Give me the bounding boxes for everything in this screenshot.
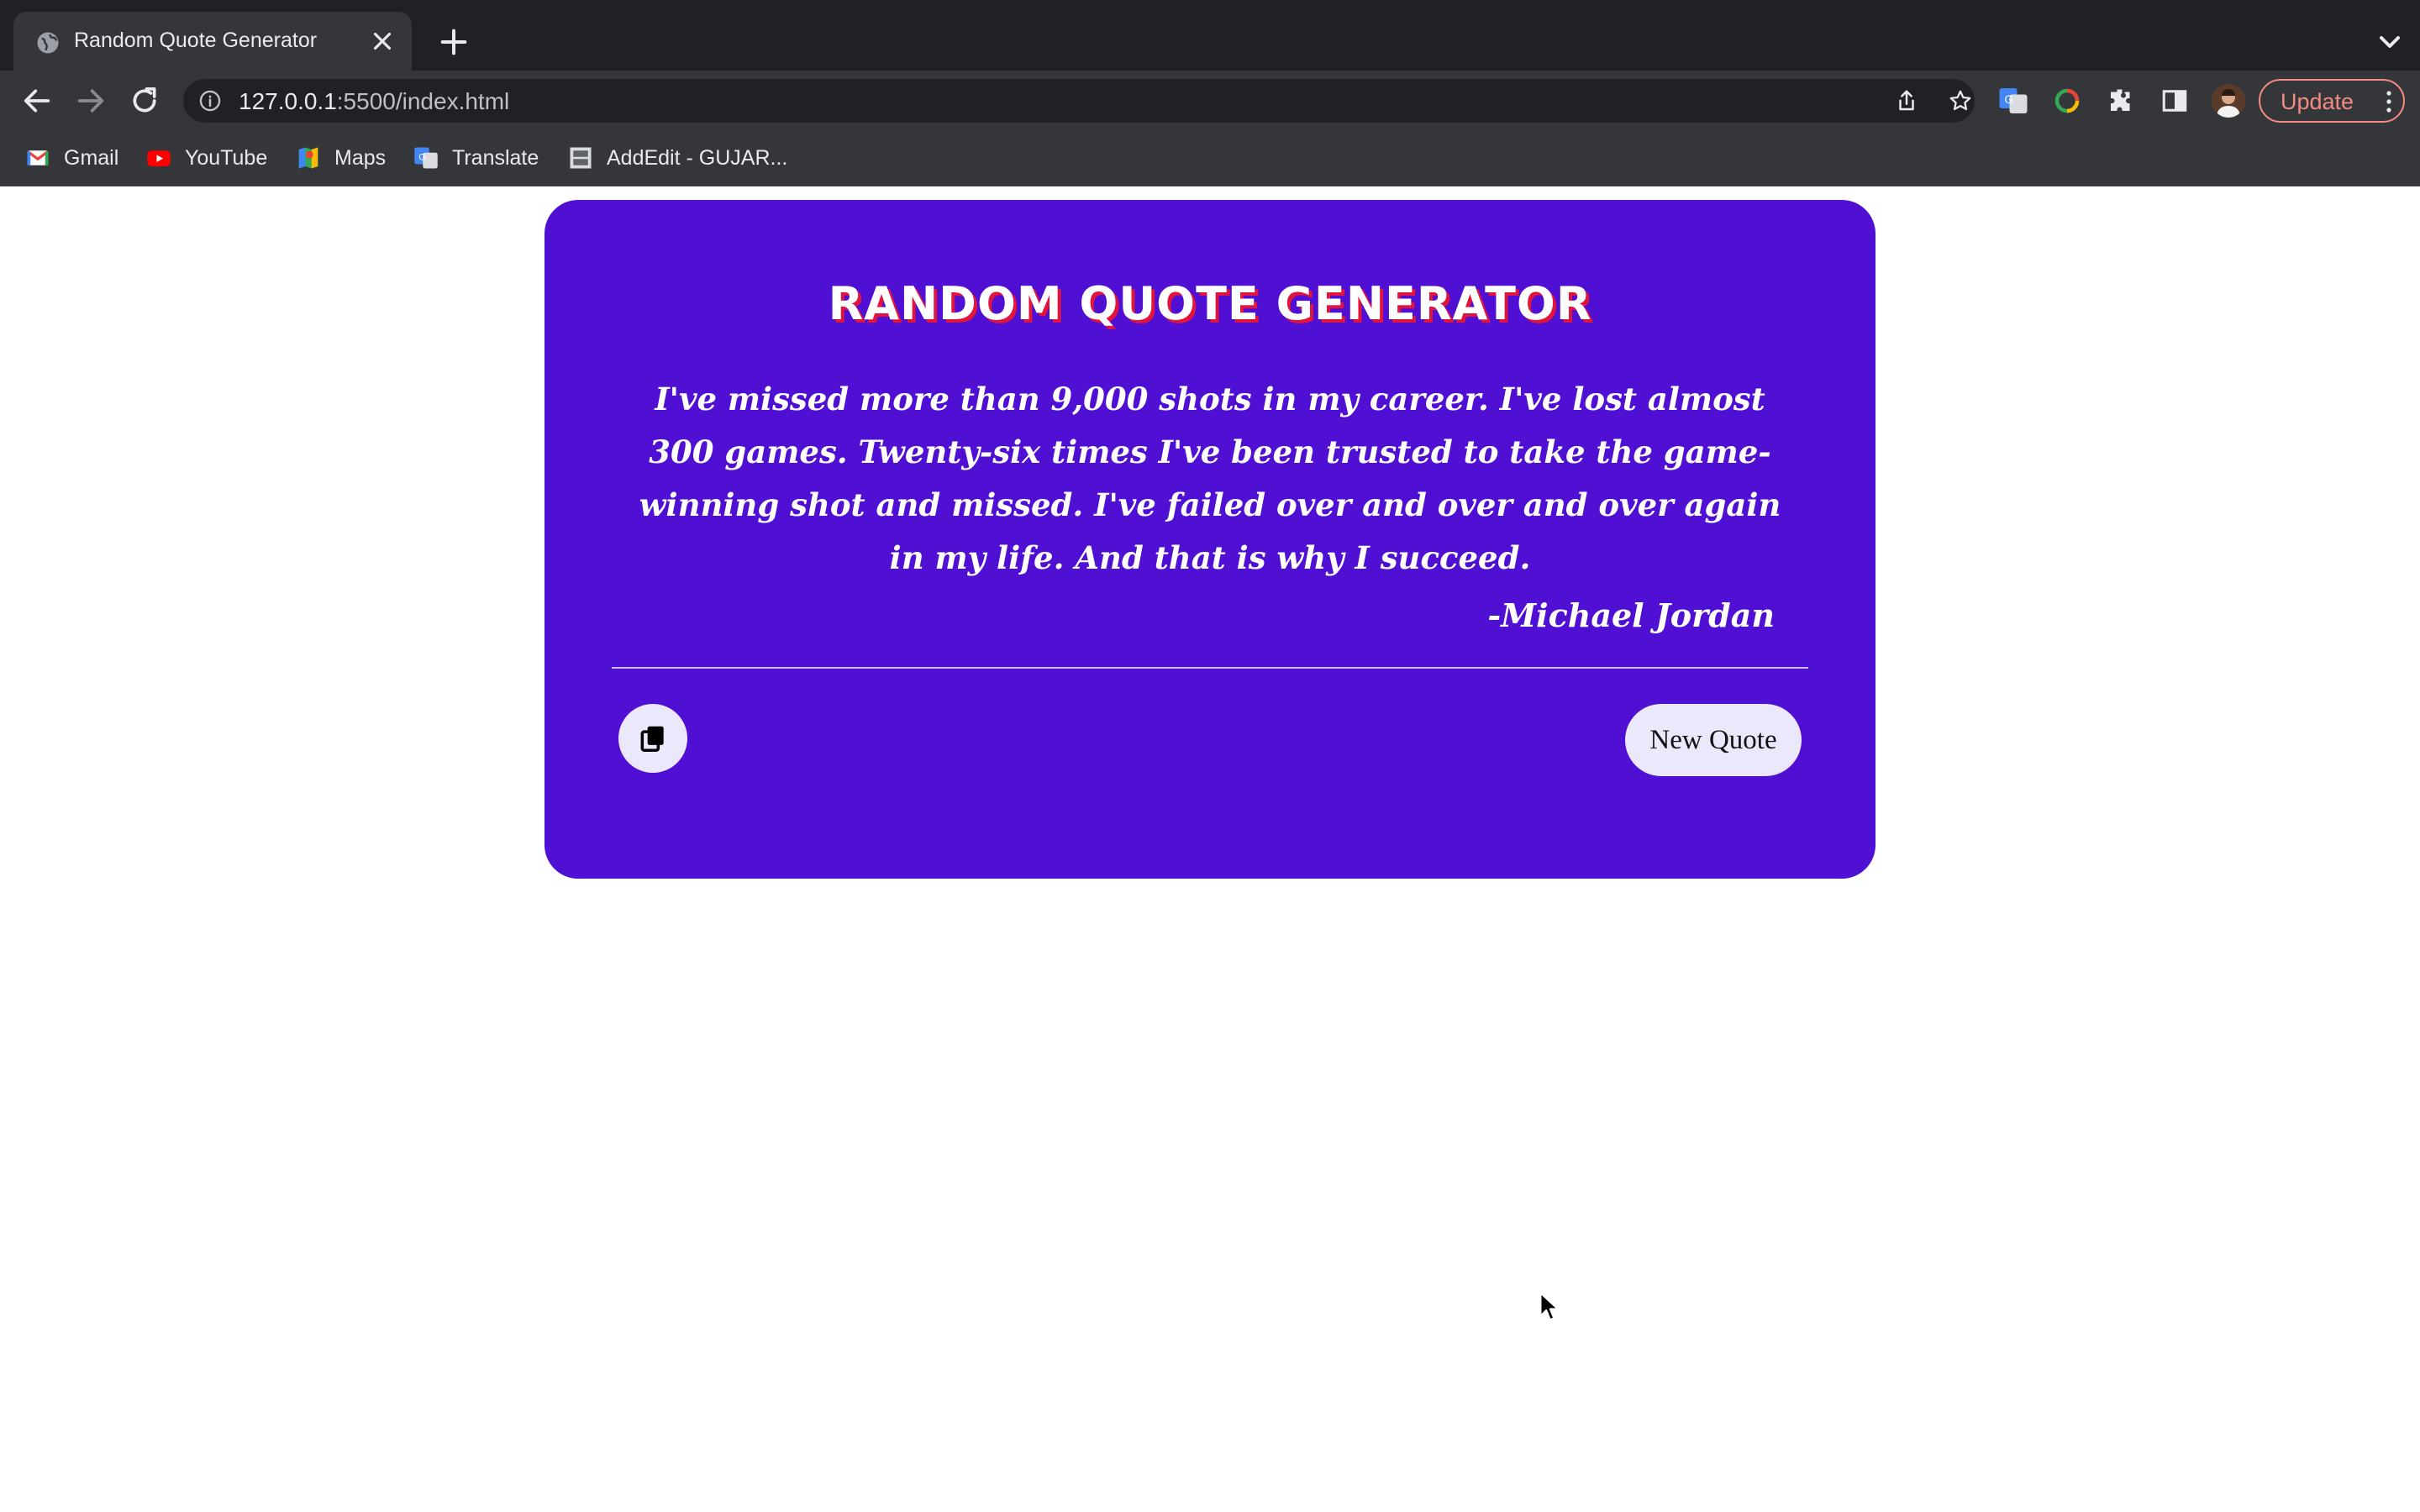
- bookmark-label: Translate: [452, 145, 539, 170]
- bookmark-gmail[interactable]: Gmail: [25, 141, 118, 175]
- browser-toolbar: 127.0.0.1:5500/index.html G Update: [0, 71, 2420, 131]
- new-quote-button[interactable]: New Quote: [1625, 704, 1802, 776]
- extensions-puzzle-icon[interactable]: [2106, 86, 2136, 116]
- back-arrow-icon[interactable]: [20, 84, 54, 118]
- bookmark-label: AddEdit - GUJAR...: [607, 145, 788, 170]
- google-translate-extension-icon[interactable]: G: [1998, 86, 2028, 116]
- copy-button[interactable]: [618, 704, 687, 773]
- browser-tab[interactable]: Random Quote Generator: [13, 12, 412, 71]
- svg-text:G: G: [2005, 93, 2014, 106]
- quote-text: I've missed more than 9,000 shots in my …: [639, 381, 1781, 576]
- profile-avatar[interactable]: [2212, 84, 2245, 118]
- bookmark-maps[interactable]: Maps: [296, 141, 386, 175]
- new-tab-icon[interactable]: [437, 25, 471, 59]
- bookmark-label: Maps: [334, 145, 387, 170]
- addedit-icon: [570, 147, 592, 169]
- maps-icon: [298, 147, 318, 169]
- divider: [612, 667, 1808, 669]
- gmail-icon: [27, 150, 49, 165]
- address-bar[interactable]: 127.0.0.1:5500/index.html: [183, 79, 1975, 123]
- bookmarks-bar: Gmail YouTube Maps G Translate AddEdit -…: [0, 131, 2420, 186]
- tab-strip: Random Quote Generator: [0, 0, 2420, 71]
- bookmark-star-icon[interactable]: [1948, 88, 1973, 113]
- bookmark-translate[interactable]: G Translate: [413, 141, 539, 175]
- tab-title: Random Quote Generator: [74, 29, 318, 52]
- globe-icon: [37, 32, 59, 54]
- side-panel-icon[interactable]: [2160, 86, 2190, 116]
- url-host: 127.0.0.1: [239, 88, 337, 114]
- quote-card: RANDOM QUOTE GENERATOR I've missed more …: [544, 200, 1876, 879]
- url-text: 127.0.0.1:5500/index.html: [239, 88, 509, 115]
- share-icon[interactable]: [1894, 88, 1919, 113]
- copy-icon: [640, 726, 664, 752]
- url-path: :5500/index.html: [336, 88, 510, 114]
- reload-icon[interactable]: [128, 84, 161, 118]
- forward-arrow-icon[interactable]: [74, 84, 108, 118]
- youtube-icon: [147, 150, 171, 166]
- site-info-icon[interactable]: [198, 89, 222, 113]
- page-title: RANDOM QUOTE GENERATOR: [828, 277, 1592, 330]
- bookmark-label: YouTube: [185, 145, 268, 170]
- translate-icon: G: [414, 147, 438, 169]
- svg-text:G: G: [418, 153, 426, 163]
- bookmark-addedit[interactable]: AddEdit - GUJAR...: [568, 141, 787, 175]
- quote-author: -Michael Jordan: [1487, 596, 1775, 634]
- bookmark-label: Gmail: [64, 145, 119, 170]
- bookmark-youtube[interactable]: YouTube: [146, 141, 267, 175]
- update-button[interactable]: Update: [2259, 79, 2405, 123]
- menu-dots-icon[interactable]: [2385, 89, 2393, 114]
- tab-search-chevron-icon[interactable]: [2373, 25, 2407, 59]
- color-ring-extension-icon[interactable]: [2052, 86, 2082, 116]
- profile-avatar-image: [2212, 84, 2245, 118]
- mouse-cursor-icon: [1539, 1292, 1559, 1320]
- close-tab-icon[interactable]: [368, 27, 397, 55]
- update-label: Update: [2281, 89, 2354, 114]
